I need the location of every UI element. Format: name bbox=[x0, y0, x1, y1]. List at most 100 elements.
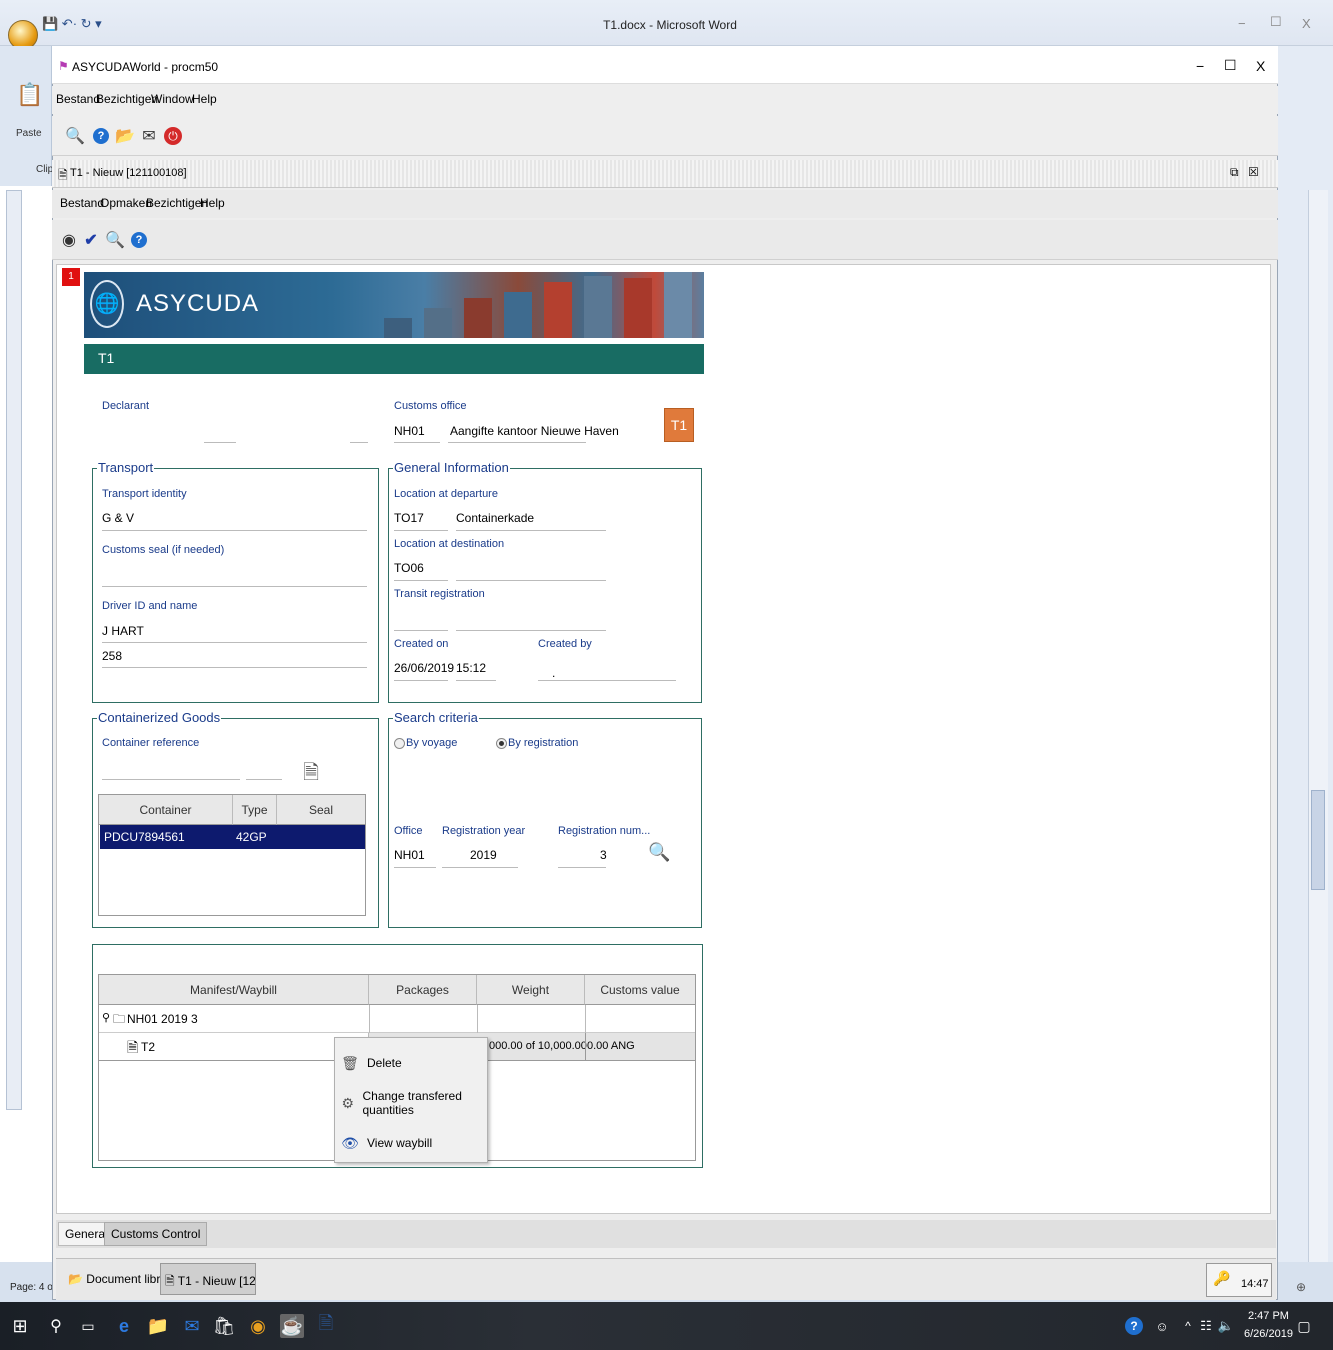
search-icon[interactable]: 🔍 bbox=[648, 842, 670, 863]
destination-name-field[interactable] bbox=[456, 580, 606, 581]
destination-code[interactable]: TO06 bbox=[394, 561, 424, 575]
zoom-in-icon[interactable]: ⊕ bbox=[1296, 1280, 1306, 1294]
container-reference-label: Container reference bbox=[102, 737, 200, 749]
search-icon[interactable]: ⚲ bbox=[44, 1314, 68, 1338]
taskbar-time[interactable]: 2:47 PM bbox=[1248, 1310, 1289, 1322]
customs-value-column-header[interactable]: Customs value bbox=[585, 975, 695, 1005]
paste-icon[interactable]: 📋 bbox=[16, 82, 43, 108]
close-window-icon[interactable]: ☒ bbox=[1248, 165, 1259, 179]
driver-name-value[interactable]: J HART bbox=[102, 624, 144, 638]
notifications-icon[interactable]: ▢ bbox=[1292, 1314, 1316, 1338]
doc-menu-help[interactable]: Help bbox=[200, 196, 225, 210]
asycuda-minimize-button[interactable]: − bbox=[1196, 58, 1204, 74]
by-registration-radio[interactable] bbox=[496, 738, 507, 749]
menu-window[interactable]: Window bbox=[151, 92, 194, 106]
store-icon[interactable]: 🛍 bbox=[212, 1314, 236, 1338]
customs-office-name[interactable]: Aangifte kantoor Nieuwe Haven bbox=[450, 424, 619, 438]
context-menu-view-waybill[interactable]: 👁 View waybill bbox=[339, 1128, 485, 1158]
registration-number-label: Registration num... bbox=[558, 825, 651, 837]
view-waybill-label: View waybill bbox=[367, 1136, 433, 1150]
eye-icon[interactable]: ◉ bbox=[58, 228, 80, 252]
java-icon[interactable]: ☕ bbox=[280, 1314, 304, 1338]
customs-seal-field[interactable] bbox=[102, 586, 367, 587]
menu-bezichtigen[interactable]: Bezichtigen bbox=[96, 92, 158, 106]
file-explorer-icon[interactable]: 📁 bbox=[146, 1314, 170, 1338]
windows-start-icon[interactable]: ⊞ bbox=[8, 1314, 32, 1338]
document-icon[interactable]: 🗎 bbox=[303, 758, 319, 792]
office-value[interactable]: NH01 bbox=[394, 848, 425, 862]
help-icon[interactable]: ? bbox=[128, 228, 150, 252]
container-stack-image bbox=[424, 308, 452, 338]
tree-row[interactable]: ⚲ 🗀 NH01 2019 3 bbox=[99, 1005, 695, 1033]
doc-menu-opmaken[interactable]: Opmaken bbox=[100, 196, 152, 210]
declarant-field[interactable] bbox=[204, 442, 236, 443]
search-icon[interactable]: 🔍 bbox=[104, 228, 126, 252]
quick-access-toolbar[interactable]: 💾 ↶· ↻ ▾ bbox=[42, 16, 102, 32]
weight-cell: 000.00 of 10,000.00 bbox=[489, 1040, 587, 1052]
doc-menu-bestand[interactable]: Bestand bbox=[60, 196, 104, 210]
transport-identity-value[interactable]: G & V bbox=[102, 511, 134, 525]
outlook-icon[interactable]: ✉ bbox=[180, 1314, 204, 1338]
table-row[interactable]: PDCU7894561 42GP bbox=[100, 825, 365, 849]
search-icon[interactable]: 🔍 bbox=[64, 124, 86, 148]
volume-icon[interactable]: 🔈 bbox=[1214, 1314, 1238, 1338]
menu-help[interactable]: Help bbox=[192, 92, 217, 106]
word-icon[interactable]: 🗎 bbox=[314, 1313, 338, 1338]
doc-menu-bezichtigen[interactable]: Bezichtigen bbox=[146, 196, 208, 210]
container-stack-image bbox=[464, 298, 492, 338]
word-maximize-button[interactable]: ☐ bbox=[1270, 14, 1282, 30]
word-titlebar: 💾 ↶· ↻ ▾ T1.docx - Microsoft Word − ☐ X bbox=[0, 0, 1333, 50]
word-minimize-button[interactable]: − bbox=[1238, 16, 1246, 31]
menu-bestand[interactable]: Bestand bbox=[56, 92, 100, 106]
departure-name[interactable]: Containerkade bbox=[456, 511, 534, 525]
help-icon[interactable]: ? bbox=[90, 124, 112, 148]
declarant-name-field[interactable] bbox=[350, 442, 368, 443]
chrome-icon[interactable]: ◉ bbox=[246, 1314, 270, 1338]
task-view-icon[interactable]: ▭ bbox=[76, 1314, 100, 1338]
seal-column-header[interactable]: Seal bbox=[277, 795, 365, 825]
help-icon[interactable]: ? bbox=[1122, 1314, 1146, 1338]
registration-year-value[interactable]: 2019 bbox=[470, 848, 497, 862]
taskbar-date[interactable]: 6/26/2019 bbox=[1244, 1328, 1293, 1340]
packages-column-header[interactable]: Packages bbox=[369, 975, 477, 1005]
tab-customs-control[interactable]: Customs Control bbox=[104, 1222, 208, 1246]
documents-icon[interactable]: 📂 bbox=[114, 124, 136, 148]
by-registration-label[interactable]: By registration bbox=[508, 737, 578, 749]
power-icon[interactable]: ⏻ bbox=[162, 124, 184, 148]
context-menu-delete[interactable]: 🗑 Delete bbox=[339, 1048, 485, 1078]
manifest-column-header[interactable]: Manifest/Waybill bbox=[99, 975, 369, 1005]
registration-number-value[interactable]: 3 bbox=[600, 848, 607, 862]
customs-office-code[interactable]: NH01 bbox=[394, 424, 425, 438]
tree-row-divider bbox=[585, 1005, 586, 1033]
mail-icon[interactable]: ✉ bbox=[138, 124, 160, 148]
transit-registration-field-2[interactable] bbox=[456, 630, 606, 631]
tree-expand-icon[interactable]: ⚲ bbox=[102, 1011, 110, 1024]
context-menu-change-quantities[interactable]: ⚙ Change transfered quantities bbox=[339, 1088, 485, 1118]
float-window-icon[interactable]: ⧉ bbox=[1230, 165, 1239, 180]
word-vertical-scrollbar[interactable] bbox=[1308, 190, 1328, 1290]
container-reference-field-2[interactable] bbox=[246, 779, 282, 780]
asycuda-maximize-button[interactable]: ☐ bbox=[1224, 57, 1237, 74]
containerized-goods-title: Containerized Goods bbox=[97, 710, 222, 725]
container-reference-field[interactable] bbox=[102, 779, 240, 780]
word-close-button[interactable]: X bbox=[1302, 16, 1311, 31]
by-voyage-radio[interactable] bbox=[394, 738, 405, 749]
t1-button[interactable]: T1 bbox=[664, 408, 694, 442]
transit-registration-field[interactable] bbox=[394, 630, 448, 631]
people-icon[interactable]: ☺ bbox=[1150, 1314, 1174, 1338]
driver-id-value[interactable]: 258 bbox=[102, 649, 122, 663]
change-icon: ⚙ bbox=[341, 1094, 355, 1111]
asycuda-close-button[interactable]: X bbox=[1256, 58, 1265, 74]
page-status[interactable]: Page: 4 of 6 bbox=[10, 1282, 52, 1293]
scrollbar-thumb[interactable] bbox=[1311, 790, 1325, 890]
container-column-header[interactable]: Container bbox=[99, 795, 233, 825]
departure-code[interactable]: TO17 bbox=[394, 511, 424, 525]
paste-label[interactable]: Paste bbox=[16, 128, 42, 139]
type-column-header[interactable]: Type bbox=[233, 795, 277, 825]
t1-window-button[interactable]: 🗎 T1 - Nieuw [121100... bbox=[160, 1263, 256, 1295]
edge-browser-icon[interactable]: e bbox=[112, 1314, 136, 1338]
check-icon[interactable]: ✔ bbox=[80, 228, 102, 252]
created-date-underline bbox=[394, 680, 448, 681]
weight-column-header[interactable]: Weight bbox=[477, 975, 585, 1005]
by-voyage-label[interactable]: By voyage bbox=[406, 737, 457, 749]
